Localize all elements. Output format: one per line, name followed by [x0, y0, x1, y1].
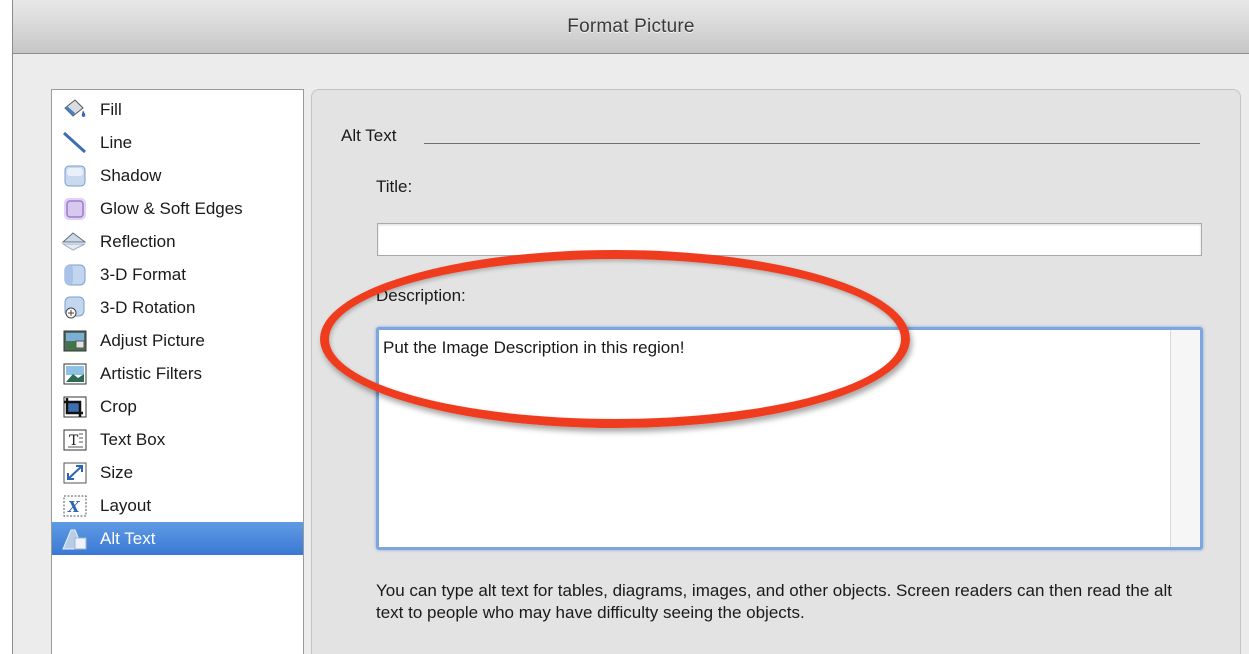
size-icon: [60, 460, 90, 486]
sidebar-item-label: Reflection: [100, 231, 176, 251]
sidebar-item-alt-text[interactable]: Alt Text: [52, 522, 303, 555]
title-label: Title:: [376, 177, 413, 196]
sidebar-item-crop[interactable]: Crop: [52, 390, 303, 423]
sidebar-item-size[interactable]: Size: [52, 456, 303, 489]
format-picture-dialog: Format Picture Fill Line Shadow Glow & S…: [12, 0, 1249, 654]
sidebar-item-label: Crop: [100, 396, 137, 416]
svg-text:X: X: [67, 498, 81, 516]
sidebar-item-label: Alt Text: [100, 528, 156, 548]
artistic-filters-icon: [60, 361, 90, 387]
dialog-title: Format Picture: [567, 15, 695, 37]
text-box-icon: T: [60, 427, 90, 453]
sidebar-item-label: Layout: [100, 495, 152, 515]
sidebar-item-label: Glow & Soft Edges: [100, 198, 243, 218]
description-label: Description:: [376, 286, 466, 305]
sidebar-item-3d-format[interactable]: 3-D Format: [52, 258, 303, 291]
sidebar-item-label: Artistic Filters: [100, 363, 202, 383]
alt-text-panel: Alt Text Title: Description: Put the Ima…: [311, 89, 1241, 654]
sidebar-item-layout[interactable]: X Layout: [52, 489, 303, 522]
section-title: Alt Text: [341, 126, 401, 146]
sidebar-item-label: Shadow: [100, 165, 162, 185]
sidebar-item-line[interactable]: Line: [52, 126, 303, 159]
sidebar-item-reflection[interactable]: Reflection: [52, 225, 303, 258]
category-list: Fill Line Shadow Glow & Soft Edges Refle…: [51, 89, 304, 654]
glow-icon: [60, 196, 90, 222]
description-input[interactable]: Put the Image Description in this region…: [379, 330, 1169, 547]
crop-icon: [60, 394, 90, 420]
layout-icon: X: [60, 493, 90, 519]
alt-text-icon: [60, 526, 90, 552]
sidebar-item-label: Fill: [100, 99, 122, 119]
help-text: You can type alt text for tables, diagra…: [376, 581, 1173, 622]
sidebar-item-label: Text Box: [100, 429, 166, 449]
sidebar-item-label: Size: [100, 462, 134, 482]
shadow-icon: [60, 163, 90, 189]
sidebar-item-text-box[interactable]: T Text Box: [52, 423, 303, 456]
line-icon: [60, 130, 90, 156]
adjust-picture-icon: [60, 328, 90, 354]
3d-format-icon: [60, 262, 90, 288]
sidebar-item-shadow[interactable]: Shadow: [52, 159, 303, 192]
sidebar-item-fill[interactable]: Fill: [52, 93, 303, 126]
sidebar-item-label: Line: [100, 132, 133, 152]
sidebar-item-label: 3-D Format: [100, 264, 186, 284]
sidebar-item-3d-rotation[interactable]: 3-D Rotation: [52, 291, 303, 324]
sidebar-item-label: Adjust Picture: [100, 330, 205, 350]
section-divider: [424, 143, 1200, 144]
3d-rotation-icon: [60, 295, 90, 321]
sidebar-item-artistic-filters[interactable]: Artistic Filters: [52, 357, 303, 390]
paint-bucket-icon: [60, 97, 90, 123]
sidebar-item-adjust-picture[interactable]: Adjust Picture: [52, 324, 303, 357]
reflection-icon: [60, 229, 90, 255]
title-bar[interactable]: Format Picture: [13, 0, 1249, 54]
title-input[interactable]: [377, 223, 1202, 256]
description-scrollbar[interactable]: [1170, 330, 1200, 547]
sidebar-item-glow[interactable]: Glow & Soft Edges: [52, 192, 303, 225]
description-field: Put the Image Description in this region…: [376, 327, 1203, 550]
sidebar-item-label: 3-D Rotation: [100, 297, 196, 317]
